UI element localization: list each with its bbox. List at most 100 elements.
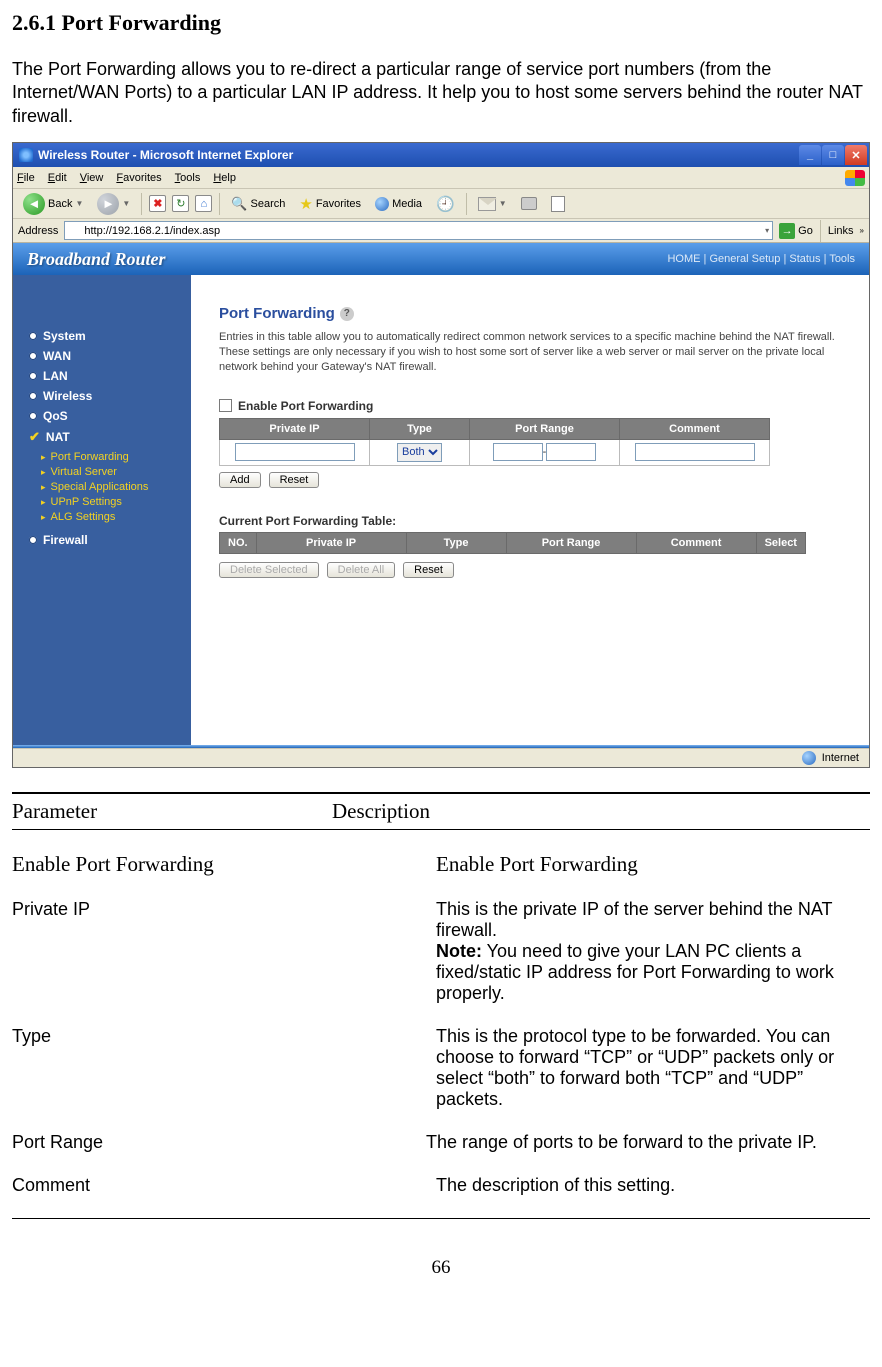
window-maximize-button[interactable]: □	[822, 145, 844, 165]
sidebar-sub-label: Special Applications	[51, 481, 149, 493]
param-desc: The description of this setting.	[436, 1175, 870, 1196]
sidebar-sub-label: ALG Settings	[51, 511, 116, 523]
edit-icon	[551, 196, 565, 212]
favorites-button[interactable]: ★ Favorites	[295, 193, 365, 215]
param-row-port-range: Port Range The range of ports to be forw…	[12, 1132, 870, 1153]
chevron-down-icon: ▼	[122, 199, 130, 208]
page-description: Entries in this table allow you to autom…	[219, 330, 845, 375]
menu-edit[interactable]: Edit	[48, 172, 67, 184]
menu-help[interactable]: Help	[213, 172, 236, 184]
reset-button-2[interactable]: Reset	[403, 562, 454, 578]
sidebar-item-qos[interactable]: QoS	[29, 409, 183, 423]
menu-tools[interactable]: Tools	[175, 172, 201, 184]
toolbar-separator	[219, 193, 220, 215]
links-chevron-icon[interactable]: »	[860, 226, 864, 235]
param-row-type: Type This is the protocol type to be for…	[12, 1026, 870, 1110]
th-comment: Comment	[636, 532, 756, 553]
window-minimize-button[interactable]: _	[799, 145, 821, 165]
media-button[interactable]: Media	[371, 195, 426, 213]
enable-port-forwarding-checkbox[interactable]	[219, 399, 232, 412]
delete-selected-button[interactable]: Delete Selected	[219, 562, 319, 578]
param-desc-text: This is the private IP of the server beh…	[436, 899, 832, 940]
go-arrow-icon: →	[779, 223, 795, 239]
history-button[interactable]: 🕘	[432, 193, 459, 215]
stop-button[interactable]: ✖	[149, 195, 166, 212]
arrow-icon: ▸	[41, 482, 46, 493]
param-desc: This is the protocol type to be forwarde…	[436, 1026, 870, 1110]
sidebar-label: NAT	[46, 430, 70, 444]
sidebar-label: LAN	[43, 369, 68, 383]
forward-arrow-icon: ►	[97, 193, 119, 215]
param-table-header: Parameter Description	[12, 792, 870, 830]
param-name: Enable Port Forwarding	[12, 852, 436, 877]
th-select: Select	[756, 532, 805, 553]
delete-all-button[interactable]: Delete All	[327, 562, 395, 578]
window-close-button[interactable]: ✕	[845, 145, 867, 165]
param-name: Private IP	[12, 899, 436, 1004]
page-title: Port Forwarding ?	[219, 305, 845, 322]
print-button[interactable]	[517, 195, 541, 212]
menu-favorites[interactable]: Favorites	[116, 172, 161, 184]
bullet-icon	[29, 392, 37, 400]
reset-button[interactable]: Reset	[269, 472, 320, 488]
sidebar-label: System	[43, 329, 86, 343]
back-arrow-icon: ◄	[23, 193, 45, 215]
sidebar-item-wireless[interactable]: Wireless	[29, 389, 183, 403]
address-bar: Address ▾ → Go Links »	[13, 219, 869, 243]
toolbar: ◄ Back ▼ ► ▼ ✖ ↻ ⌂ 🔍 Search ★ Favorites …	[13, 189, 869, 219]
help-icon[interactable]: ?	[340, 307, 354, 321]
param-name: Port Range	[12, 1132, 436, 1153]
add-button[interactable]: Add	[219, 472, 261, 488]
internet-zone-icon	[802, 751, 816, 765]
forward-button[interactable]: ► ▼	[93, 191, 134, 217]
sidebar-item-system[interactable]: System	[29, 329, 183, 343]
print-icon	[521, 197, 537, 210]
address-input[interactable]	[84, 225, 761, 237]
sidebar-item-nat[interactable]: ✔ NAT	[29, 429, 183, 445]
comment-input[interactable]	[635, 443, 755, 461]
section-heading: 2.6.1 Port Forwarding	[12, 10, 870, 36]
toolbar-separator	[820, 220, 821, 242]
media-label: Media	[392, 198, 422, 210]
port-range-to-input[interactable]	[546, 443, 596, 461]
chevron-down-icon[interactable]: ▾	[765, 226, 769, 235]
refresh-button[interactable]: ↻	[172, 195, 189, 212]
param-name: Comment	[12, 1175, 436, 1196]
search-label: Search	[251, 198, 286, 210]
windows-flag-icon	[845, 170, 865, 186]
sidebar-item-wan[interactable]: WAN	[29, 349, 183, 363]
links-label[interactable]: Links	[828, 225, 854, 237]
sidebar-sub-upnp[interactable]: ▸UPnP Settings	[41, 496, 183, 508]
check-icon: ✔	[29, 429, 40, 445]
sidebar-sub-special-apps[interactable]: ▸ Special Applications	[41, 481, 183, 493]
port-range-from-input[interactable]	[493, 443, 543, 461]
sidebar-item-firewall[interactable]: Firewall	[29, 533, 183, 547]
th-type: Type	[370, 418, 470, 439]
home-button[interactable]: ⌂	[195, 195, 212, 212]
browser-screenshot: Wireless Router - Microsoft Internet Exp…	[12, 142, 870, 768]
menu-file[interactable]: File	[17, 172, 35, 184]
back-button[interactable]: ◄ Back ▼	[19, 191, 87, 217]
search-button[interactable]: 🔍 Search	[227, 194, 289, 214]
menu-bar: File Edit View Favorites Tools Help	[13, 167, 869, 189]
menu-view[interactable]: View	[80, 172, 104, 184]
type-select[interactable]: Both	[397, 443, 442, 462]
param-table-body: Enable Port Forwarding Enable Port Forwa…	[12, 852, 870, 1196]
current-port-forwarding-table: NO. Private IP Type Port Range Comment S…	[219, 532, 806, 554]
private-ip-input[interactable]	[235, 443, 355, 461]
router-brand: Broadband Router	[27, 249, 166, 270]
th-type: Type	[406, 532, 506, 553]
sidebar-sub-virtual-server[interactable]: ▸Virtual Server	[41, 466, 183, 478]
sidebar-sub-alg[interactable]: ▸ALG Settings	[41, 511, 183, 523]
toolbar-separator	[466, 193, 467, 215]
sidebar-sub-port-forwarding[interactable]: ▸Port Forwarding	[41, 451, 183, 463]
page-number: 66	[12, 1257, 870, 1279]
window-titlebar: Wireless Router - Microsoft Internet Exp…	[13, 143, 869, 167]
header-parameter: Parameter	[12, 799, 332, 824]
router-top-links[interactable]: HOME | General Setup | Status | Tools	[667, 253, 855, 265]
go-button[interactable]: → Go	[779, 223, 813, 239]
sidebar-item-lan[interactable]: LAN	[29, 369, 183, 383]
edit-button[interactable]	[547, 194, 569, 214]
router-banner: Broadband Router HOME | General Setup | …	[13, 243, 869, 275]
mail-button[interactable]: ▼	[474, 195, 511, 213]
